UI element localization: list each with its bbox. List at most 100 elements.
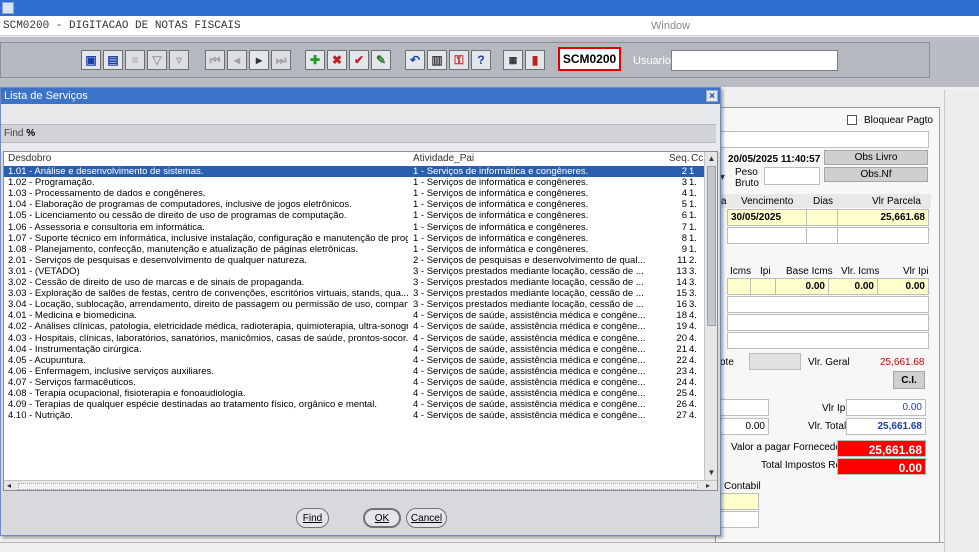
scroll-down-icon[interactable]: ▼ (707, 468, 716, 477)
cancel-button[interactable]: Cancel (406, 508, 447, 528)
table-row[interactable]: 1.04 - Elaboração de programas de comput… (4, 199, 704, 210)
peso-bruto-input[interactable] (764, 167, 820, 185)
undo-icon[interactable]: ↶ (405, 50, 425, 70)
vencimento-field-2[interactable] (727, 227, 807, 244)
funnel-icon[interactable]: ▿ (169, 50, 189, 70)
scroll-up-icon[interactable]: ▲ (707, 154, 716, 163)
column-seq[interactable]: Seq. (669, 153, 690, 164)
last-icon[interactable]: ⏭ (271, 50, 291, 70)
form-titlebar: SCM0200 - DIGITACAO DE NOTAS FISCAIS Win… (0, 16, 979, 36)
dias-field[interactable] (806, 209, 838, 226)
prev-icon[interactable]: ◂ (227, 50, 247, 70)
table-row[interactable]: 1.01 - Análise e desenvolvimento de sist… (4, 166, 704, 178)
contabil-label: Contabil (724, 481, 761, 492)
table-row[interactable]: 1.02 - Programação. 1 - Serviços de infor… (4, 177, 704, 188)
obs-livro-button[interactable]: Obs Livro (824, 150, 928, 165)
vlr-icms-field[interactable]: 0.00 (828, 278, 878, 295)
key-icon[interactable]: ⚿ (449, 50, 469, 70)
contabil-field[interactable] (719, 493, 759, 510)
table-row[interactable]: 3.03 - Exploração de salões de festas, c… (4, 288, 704, 299)
icms-field[interactable] (727, 278, 751, 295)
exit-icon[interactable]: ▮ (525, 50, 545, 70)
vencimento-field[interactable]: 30/05/2025 (727, 209, 807, 226)
vlr-parcela-field-2[interactable] (837, 227, 929, 244)
delete-icon[interactable]: ✖ (327, 50, 347, 70)
column-atividade-pai[interactable]: Atividade_Pai (413, 153, 474, 164)
table-row[interactable]: 3.02 - Cessão de direito de uso de marca… (4, 277, 704, 288)
vertical-scrollbar[interactable]: ▲ ▼ (704, 152, 717, 480)
cell-atividade: 1 - Serviços de informática e congêneres… (413, 221, 589, 233)
lote-field[interactable] (749, 353, 801, 370)
usuario-input[interactable] (671, 50, 838, 71)
vlr-total-field[interactable]: 25,661.68 (846, 418, 926, 435)
scroll-thumb[interactable] (707, 166, 716, 326)
table-row[interactable]: 4.02 - Análises clínicas, patologia, ele… (4, 321, 704, 332)
freight-field[interactable] (719, 399, 769, 416)
window-menu[interactable]: Window (651, 20, 690, 32)
filter-icon[interactable]: ▽ (147, 50, 167, 70)
cell-cc: 4. (689, 354, 697, 366)
cell-seq: 27 (676, 410, 687, 422)
hscroll-thumb[interactable] (18, 483, 698, 490)
contabil-field-2[interactable] (719, 511, 759, 528)
table-row[interactable]: 4.03 - Hospitais, clínicas, laboratórios… (4, 333, 704, 344)
tax-row-4[interactable] (727, 332, 929, 349)
ok-button[interactable]: OK (363, 508, 401, 528)
obs-nf-button[interactable]: Obs.Nf (824, 167, 928, 182)
table-row[interactable]: 4.10 - Nutrição. 4 - Serviços de saúde, a… (4, 410, 704, 421)
column-desdobro[interactable]: Desdobro (8, 153, 51, 164)
table-row[interactable]: 1.07 - Suporte técnico em informática, i… (4, 233, 704, 244)
table-row[interactable]: 4.04 - Instrumentação cirúrgica. 4 - Serv… (4, 344, 704, 355)
valor-pagar-field[interactable]: 25,661.68 (837, 440, 926, 457)
ipi-field[interactable] (750, 278, 776, 295)
cell-desdobro: 4.04 - Instrumentação cirúrgica. (8, 343, 142, 355)
confirm-icon[interactable]: ✔ (349, 50, 369, 70)
first-icon[interactable]: ⏮ (205, 50, 225, 70)
dias-field-2[interactable] (806, 227, 838, 244)
horizontal-scrollbar[interactable]: ◂ ▸ (4, 480, 717, 490)
print-icon[interactable]: ▤ (103, 50, 123, 70)
table-row[interactable]: 1.08 - Planejamento, confecção, manutenç… (4, 244, 704, 255)
table-row[interactable]: 4.01 - Medicina e biomedicina. 4 - Serviç… (4, 310, 704, 321)
table-row[interactable]: 4.08 - Terapia ocupacional, fisioterapia… (4, 388, 704, 399)
edit-icon[interactable]: ✎ (371, 50, 391, 70)
table-row[interactable]: 1.06 - Assessoria e consultoria em infor… (4, 222, 704, 233)
find-button[interactable]: Find (296, 508, 329, 528)
vlr-ipi-field[interactable]: 0.00 (877, 278, 929, 295)
tax-row-2[interactable] (727, 296, 929, 313)
table-row[interactable]: 4.09 - Terapias de qualquer espécie dest… (4, 399, 704, 410)
find-value[interactable]: % (26, 128, 35, 139)
vlr-ipi-total-field[interactable]: 0.00 (846, 399, 926, 416)
close-icon[interactable]: × (706, 90, 718, 102)
cell-cc: 4. (689, 310, 697, 322)
add-icon[interactable]: ✚ (305, 50, 325, 70)
header-field[interactable] (719, 131, 929, 148)
table-row[interactable]: 2.01 - Serviços de pesquisas e desenvolv… (4, 255, 704, 266)
table-row[interactable]: 4.05 - Acupuntura. 4 - Serviços de saúde,… (4, 355, 704, 366)
bloquear-checkbox[interactable] (847, 115, 857, 125)
find-field[interactable] (1, 124, 716, 143)
clipboard-icon[interactable]: ▥ (427, 50, 447, 70)
tax-row-3[interactable] (727, 314, 929, 331)
menu-icon[interactable]: ▦ (503, 50, 523, 70)
save-icon[interactable]: ▣ (81, 50, 101, 70)
help-icon[interactable]: ? (471, 50, 491, 70)
scroll-left-icon[interactable]: ◂ (7, 481, 11, 490)
scroll-right-icon[interactable]: ▸ (706, 481, 710, 490)
table-row[interactable]: 3.04 - Locação, sublocação, arrendamento… (4, 299, 704, 310)
base-icms-field[interactable]: 0.00 (775, 278, 829, 295)
services-grid[interactable]: Desdobro Atividade_Pai Seq. Cc 1.01 - An… (3, 151, 718, 491)
ci-button[interactable]: C.I. (893, 371, 925, 389)
total-left-field[interactable]: 0.00 (719, 418, 769, 435)
vlr-parcela-field[interactable]: 25,661.68 (837, 209, 929, 226)
column-cc[interactable]: Cc (691, 153, 703, 164)
table-row[interactable]: 3.01 - (VETADO) 3 - Serviços prestados me… (4, 266, 704, 277)
total-impostos-field[interactable]: 0.00 (837, 458, 926, 475)
table-row[interactable]: 4.07 - Serviços farmacêuticos. 4 - Serviç… (4, 377, 704, 388)
list-icon[interactable]: ≡ (125, 50, 145, 70)
table-row[interactable]: 1.03 - Processamento de dados e congêner… (4, 188, 704, 199)
table-row[interactable]: 4.06 - Enfermagem, inclusive serviços au… (4, 366, 704, 377)
vlr-parcela-header: Vlr Parcela (872, 196, 921, 207)
next-icon[interactable]: ▸ (249, 50, 269, 70)
table-row[interactable]: 1.05 - Licenciamento ou cessão de direit… (4, 210, 704, 221)
